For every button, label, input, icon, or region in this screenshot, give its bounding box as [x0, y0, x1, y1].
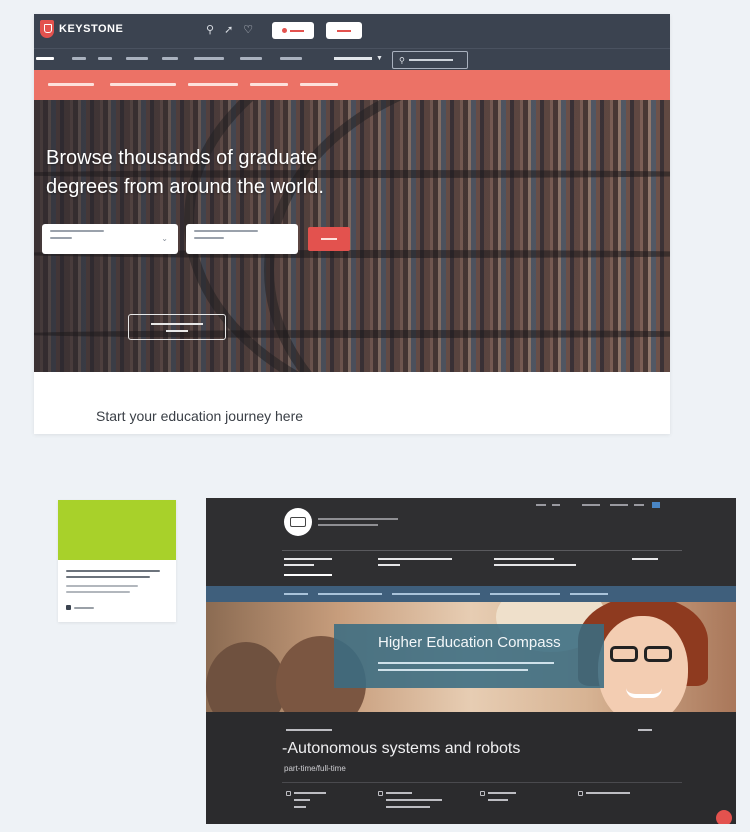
- nav-search-box[interactable]: ⚲: [392, 51, 468, 69]
- link-icon: [578, 791, 583, 796]
- sub-nav-item[interactable]: [48, 83, 94, 86]
- journey-heading: Start your education journey here: [96, 408, 304, 424]
- flag-icon[interactable]: [652, 502, 660, 508]
- nav-item-home[interactable]: [36, 57, 54, 60]
- program-card[interactable]: [58, 500, 176, 622]
- browse-button[interactable]: [128, 314, 226, 340]
- rocket-icon[interactable]: ➚: [224, 23, 233, 36]
- compass-nav-item[interactable]: [494, 558, 576, 566]
- nav-item[interactable]: [72, 57, 86, 60]
- nav-item[interactable]: [98, 57, 112, 60]
- nav-item[interactable]: [280, 57, 302, 60]
- logo-text: KEYSTONE: [59, 23, 124, 35]
- top-link[interactable]: [582, 504, 600, 506]
- hero-banner: Higher Education Compass: [334, 624, 604, 688]
- info-icon: [286, 791, 291, 796]
- search-icon[interactable]: ⚲: [206, 23, 214, 36]
- glasses-icon: [610, 646, 672, 662]
- sign-in-button[interactable]: [272, 22, 314, 39]
- bookmark-icon[interactable]: [66, 605, 71, 610]
- info-column: [578, 791, 630, 796]
- sub-nav-item[interactable]: [250, 83, 288, 86]
- breadcrumb: [206, 586, 736, 602]
- search-button[interactable]: [308, 227, 350, 251]
- library-hero-image: Browse thousands of graduate degrees fro…: [34, 100, 670, 372]
- compass-nav-item-selected[interactable]: [284, 558, 332, 576]
- compass-nav-item[interactable]: [378, 558, 452, 566]
- program-subtitle: part-time/full-time: [284, 764, 346, 773]
- sub-nav-item[interactable]: [110, 83, 176, 86]
- card-image: [58, 500, 176, 560]
- hero-title: Browse thousands of graduate degrees fro…: [46, 147, 324, 198]
- study-field-input[interactable]: ⌄: [42, 224, 178, 254]
- keystone-logo[interactable]: KEYSTONE: [40, 20, 123, 38]
- top-link[interactable]: [536, 504, 546, 506]
- location-icon: [480, 791, 485, 796]
- header-icons: ⚲ ➚ ♡: [206, 23, 253, 36]
- language-select[interactable]: ▼: [334, 55, 383, 62]
- main-nav: ▼ ⚲: [34, 48, 670, 70]
- top-link[interactable]: [552, 504, 560, 506]
- nav-item[interactable]: [126, 57, 148, 60]
- heart-icon[interactable]: ♡: [243, 23, 253, 36]
- chevron-down-icon: ▼: [376, 55, 383, 62]
- location-input[interactable]: [186, 224, 298, 254]
- chevron-down-icon: ⌄: [161, 234, 168, 243]
- search-icon: ⚲: [399, 55, 405, 65]
- program-detail: -Autonomous systems and robots part-time…: [206, 712, 736, 824]
- compass-nav-item[interactable]: [632, 558, 658, 560]
- info-column: [286, 791, 326, 808]
- info-column: [378, 791, 442, 808]
- nav-item[interactable]: [240, 57, 262, 60]
- calendar-icon: [378, 791, 383, 796]
- compass-logo[interactable]: [284, 508, 312, 536]
- sub-nav-item[interactable]: [300, 83, 338, 86]
- chat-button[interactable]: [716, 810, 732, 824]
- top-link[interactable]: [634, 504, 644, 506]
- program-title: -Autonomous systems and robots: [282, 740, 521, 757]
- sub-nav: [34, 70, 670, 100]
- compass-hero-image: Higher Education Compass: [206, 602, 736, 712]
- keystone-top-bar: KEYSTONE ⚲ ➚ ♡: [34, 14, 670, 48]
- compass-hero-title: Higher Education Compass: [378, 634, 561, 651]
- shield-logo-icon: [40, 20, 54, 38]
- nav-item[interactable]: [194, 57, 224, 60]
- sign-up-button[interactable]: [326, 22, 362, 39]
- top-link[interactable]: [610, 504, 628, 506]
- info-column: [480, 791, 516, 801]
- sub-nav-item[interactable]: [188, 83, 238, 86]
- compass-screenshot: Higher Education Compass -Autonomous sys…: [206, 498, 736, 824]
- nav-item[interactable]: [162, 57, 178, 60]
- keystone-screenshot: KEYSTONE ⚲ ➚ ♡ ▼ ⚲ Browse thousands of g…: [34, 14, 670, 434]
